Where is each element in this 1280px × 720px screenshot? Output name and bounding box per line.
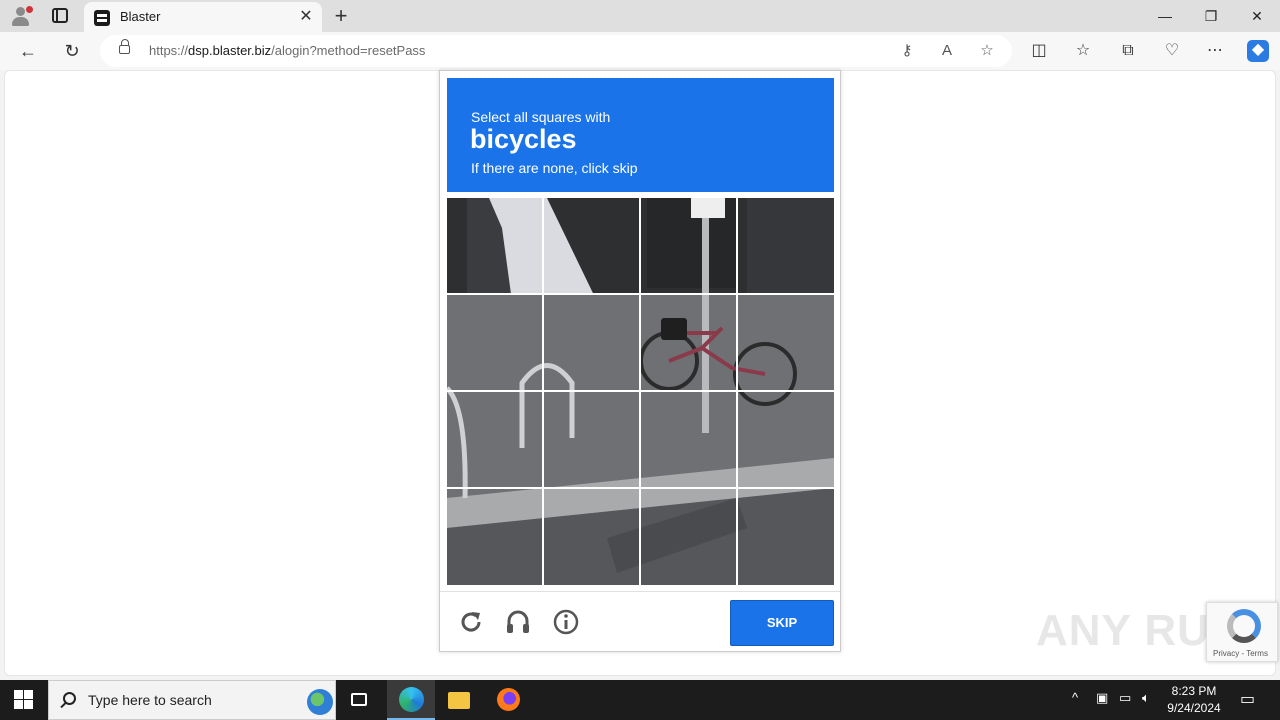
close-tab-icon[interactable]: ✕ xyxy=(296,7,316,27)
captcha-footer: SKIP xyxy=(440,591,840,651)
skip-button[interactable]: SKIP xyxy=(730,600,834,646)
captcha-tile[interactable] xyxy=(544,198,639,293)
tab-title: Blaster xyxy=(120,9,161,24)
windows-start-icon[interactable] xyxy=(14,690,34,710)
captcha-tile[interactable] xyxy=(544,392,639,487)
taskbar-clock[interactable]: 8:23 PM 9/24/2024 xyxy=(1160,683,1228,717)
back-icon[interactable]: ← xyxy=(14,38,42,64)
captcha-tile[interactable] xyxy=(544,295,639,390)
captcha-tile[interactable] xyxy=(738,489,833,584)
captcha-instruction: Select all squares with xyxy=(471,109,611,125)
lock-icon[interactable] xyxy=(119,39,130,54)
network-icon[interactable]: ▭ xyxy=(1119,690,1131,706)
refresh-icon[interactable]: ↻ xyxy=(58,38,86,64)
captcha-tile[interactable] xyxy=(447,198,542,293)
task-view-icon[interactable] xyxy=(336,680,384,720)
captcha-target-word: bicycles xyxy=(470,124,577,154)
captcha-tile[interactable] xyxy=(447,489,542,584)
reload-icon[interactable] xyxy=(457,608,485,636)
captcha-image-grid xyxy=(447,198,834,585)
captcha-tile[interactable] xyxy=(447,392,542,487)
collections-icon[interactable]: ⧉ xyxy=(1118,41,1138,61)
browser-toolbar: ← ↻ https://dsp.blaster.biz/alogin?metho… xyxy=(0,32,1280,70)
captcha-tile[interactable] xyxy=(738,392,833,487)
read-aloud-icon[interactable]: A xyxy=(938,42,956,60)
tab-actions-icon[interactable] xyxy=(52,8,68,23)
captcha-tile[interactable] xyxy=(641,392,736,487)
taskbar: Type here to search ^ ▣ ▭ 🔈︎ 8:23 PM 9/2… xyxy=(0,680,1280,720)
captcha-tile[interactable] xyxy=(738,295,833,390)
minimize-icon[interactable]: — xyxy=(1142,0,1188,32)
profile-icon[interactable] xyxy=(10,6,33,26)
restore-icon[interactable]: ❐ xyxy=(1188,0,1234,32)
audio-challenge-icon[interactable] xyxy=(504,608,532,636)
file-explorer-icon[interactable] xyxy=(435,680,483,720)
address-bar[interactable]: https://dsp.blaster.biz/alogin?method=re… xyxy=(100,35,1012,67)
captcha-tile[interactable] xyxy=(738,198,833,293)
recaptcha-logo-icon xyxy=(1227,609,1261,643)
recaptcha-terms[interactable]: Privacy - Terms xyxy=(1213,649,1268,658)
captcha-tile[interactable] xyxy=(544,489,639,584)
browser-title-bar: Blaster ✕ + — ❐ ✕ xyxy=(0,0,1280,32)
new-tab-icon[interactable]: + xyxy=(330,4,352,28)
captcha-tile[interactable] xyxy=(447,295,542,390)
close-window-icon[interactable]: ✕ xyxy=(1234,0,1280,32)
favorites-icon[interactable]: ☆ xyxy=(1073,41,1093,61)
favorite-star-icon[interactable]: ☆ xyxy=(978,42,996,60)
tray-app-icon[interactable]: ▣ xyxy=(1096,690,1108,706)
captcha-challenge: Select all squares with bicycles If ther… xyxy=(439,70,841,652)
notifications-icon[interactable]: ▭ xyxy=(1240,689,1255,709)
captcha-tile[interactable] xyxy=(641,198,736,293)
browser-essentials-icon[interactable]: ♡ xyxy=(1162,41,1182,61)
volume-icon[interactable]: 🔈︎ xyxy=(1142,690,1150,706)
browser-tab[interactable]: Blaster ✕ xyxy=(84,2,322,32)
split-screen-icon[interactable]: ◫ xyxy=(1029,41,1049,61)
captcha-tile[interactable] xyxy=(641,489,736,584)
info-icon[interactable] xyxy=(552,608,580,636)
search-highlight-icon xyxy=(307,689,333,715)
captcha-skip-hint: If there are none, click skip xyxy=(471,160,638,176)
search-icon xyxy=(63,692,76,705)
edge-taskbar-icon[interactable] xyxy=(387,680,435,720)
clock-date: 9/24/2024 xyxy=(1167,701,1221,715)
taskbar-search-box[interactable]: Type here to search xyxy=(48,680,336,720)
clock-time: 8:23 PM xyxy=(1171,684,1217,698)
url-text[interactable]: https://dsp.blaster.biz/alogin?method=re… xyxy=(149,43,425,58)
more-menu-icon[interactable]: ⋯ xyxy=(1205,41,1225,61)
recaptcha-badge[interactable]: Privacy - Terms xyxy=(1206,602,1278,662)
copilot-icon[interactable]: ◆ xyxy=(1247,40,1269,62)
captcha-tile[interactable] xyxy=(641,295,736,390)
site-favicon-icon xyxy=(94,10,110,26)
captcha-header: Select all squares with bicycles If ther… xyxy=(447,78,834,192)
tray-overflow-icon[interactable]: ^ xyxy=(1072,690,1078,705)
key-icon[interactable]: ⚷ xyxy=(898,42,916,60)
search-placeholder: Type here to search xyxy=(88,692,212,708)
firefox-icon[interactable] xyxy=(484,680,532,720)
